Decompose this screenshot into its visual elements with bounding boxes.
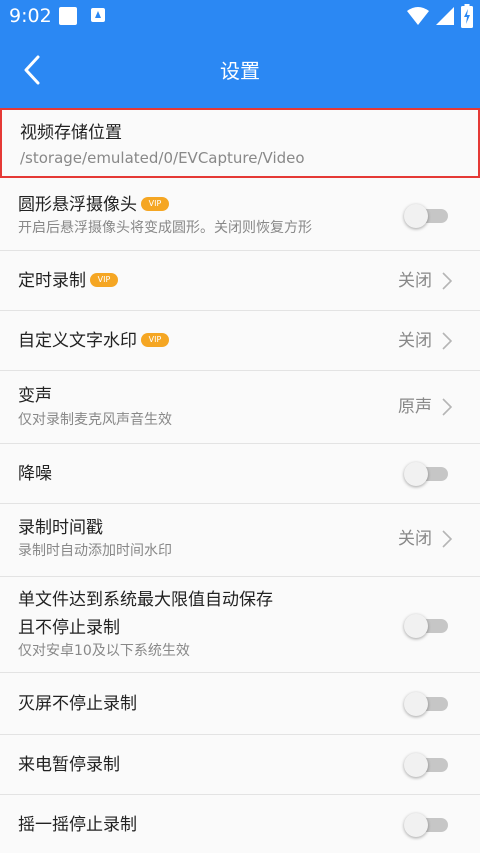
setting-call-pause[interactable]: 来电暂停录制 <box>0 735 480 795</box>
call-pause-toggle[interactable] <box>404 753 448 777</box>
status-bar: 9:02 <box>0 0 480 33</box>
setting-title: 圆形悬浮摄像头 VIP <box>18 194 169 216</box>
setting-title-line2: 且不停止录制 <box>18 618 120 638</box>
setting-title-text: 自定义文字水印 <box>18 331 137 351</box>
status-time: 9:02 <box>9 5 52 27</box>
setting-title-line1: 单文件达到系统最大限值自动保存 <box>18 590 273 610</box>
chevron-right-icon <box>442 398 453 416</box>
round-camera-toggle[interactable] <box>404 204 448 228</box>
shake-stop-toggle[interactable] <box>404 813 448 837</box>
toggle-knob <box>404 462 428 486</box>
setting-round-camera[interactable]: 圆形悬浮摄像头 VIP 开启后悬浮摄像头将变成圆形。关闭则恢复方形 <box>0 178 480 251</box>
setting-value: 原声 <box>398 397 432 417</box>
toggle-knob <box>404 692 428 716</box>
setting-title: 录制时间戳 <box>18 518 103 538</box>
setting-subtitle: 仅对录制麦克风声音生效 <box>18 412 172 428</box>
setting-subtitle: 录制时自动添加时间水印 <box>18 543 172 559</box>
setting-title: 变声 <box>18 386 52 406</box>
setting-subtitle: 开启后悬浮摄像头将变成圆形。关闭则恢复方形 <box>18 220 312 236</box>
app-bar: 设置 <box>0 33 480 108</box>
setting-auto-save[interactable]: 单文件达到系统最大限值自动保存 且不停止录制 仅对安卓10及以下系统生效 <box>0 577 480 673</box>
page-title: 设置 <box>220 59 260 83</box>
wifi-icon <box>407 7 429 25</box>
chevron-right-icon <box>442 530 453 548</box>
chevron-right-icon <box>442 332 453 350</box>
setting-timed-record[interactable]: 定时录制 VIP 关闭 <box>0 251 480 311</box>
setting-value: 关闭 <box>398 271 432 291</box>
auto-save-toggle[interactable] <box>404 614 448 638</box>
toggle-knob <box>404 753 428 777</box>
chevron-right-icon <box>442 272 453 290</box>
vip-badge: VIP <box>90 272 118 287</box>
screen-off-toggle[interactable] <box>404 692 448 716</box>
setting-screen-off[interactable]: 灭屏不停止录制 <box>0 673 480 735</box>
setting-subtitle: /storage/emulated/0/EVCapture/Video <box>20 149 305 167</box>
toggle-knob <box>404 204 428 228</box>
vip-badge: VIP <box>141 196 169 211</box>
settings-list: 视频存储位置 /storage/emulated/0/EVCapture/Vid… <box>0 108 480 853</box>
setting-title: 降噪 <box>18 464 52 484</box>
app-a-icon <box>91 8 105 22</box>
setting-video-path[interactable]: 视频存储位置 /storage/emulated/0/EVCapture/Vid… <box>0 108 480 178</box>
vip-badge: VIP <box>141 332 169 347</box>
setting-value: 关闭 <box>398 331 432 351</box>
setting-shake-stop[interactable]: 摇一摇停止录制 <box>0 795 480 853</box>
battery-charging-icon <box>461 4 473 28</box>
setting-title-text: 圆形悬浮摄像头 <box>18 195 137 215</box>
toggle-knob <box>404 813 428 837</box>
setting-title: 来电暂停录制 <box>18 755 120 775</box>
noise-reduction-toggle[interactable] <box>404 462 448 486</box>
setting-title: 定时录制 VIP <box>18 270 118 292</box>
setting-title: 灭屏不停止录制 <box>18 694 137 714</box>
setting-title: 视频存储位置 <box>20 123 122 143</box>
notification-square-icon <box>59 7 77 25</box>
setting-text-watermark[interactable]: 自定义文字水印 VIP 关闭 <box>0 311 480 371</box>
setting-noise-reduction[interactable]: 降噪 <box>0 444 480 504</box>
setting-title: 摇一摇停止录制 <box>18 815 137 835</box>
setting-value: 关闭 <box>398 529 432 549</box>
setting-subtitle: 仅对安卓10及以下系统生效 <box>18 643 190 659</box>
setting-title-text: 定时录制 <box>18 271 86 291</box>
toggle-knob <box>404 614 428 638</box>
setting-timestamp[interactable]: 录制时间戳 录制时自动添加时间水印 关闭 <box>0 504 480 577</box>
setting-voice-change[interactable]: 变声 仅对录制麦克风声音生效 原声 <box>0 371 480 444</box>
cell-signal-icon <box>436 7 454 25</box>
setting-title: 自定义文字水印 VIP <box>18 330 169 352</box>
